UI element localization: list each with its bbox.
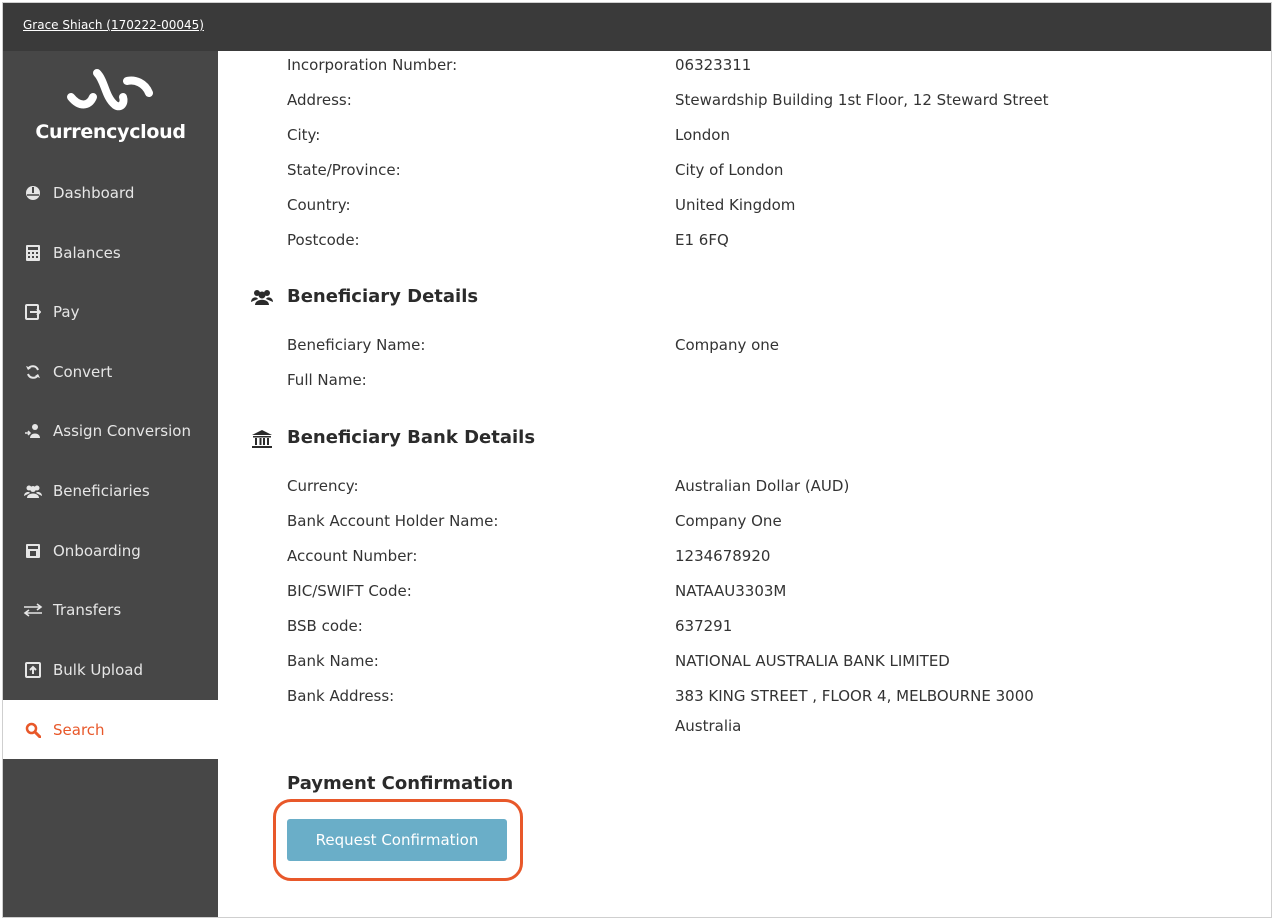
detail-label: BSB code: [287,617,363,635]
user-account-link[interactable]: Grace Shiach (170222-00045) [23,18,204,32]
sidebar-item-transfers[interactable]: Transfers [3,580,218,639]
upload-icon [23,660,43,680]
calculator-icon [23,243,43,263]
detail-value: Company one [675,336,780,354]
detail-value: Stewardship Building 1st Floor, 12 Stewa… [675,91,1049,109]
detail-label: Bank Address: [287,687,395,705]
payment-confirmation-heading: Payment Confirmation [287,773,514,794]
sidebar-item-label: Dashboard [53,183,135,202]
sidebar: Currencycloud Dashboard Balances Pay Con [3,51,218,917]
bank-details-heading: Beneficiary Bank Details [287,427,536,448]
sidebar-item-beneficiaries[interactable]: Beneficiaries [3,461,218,520]
detail-label: Bank Account Holder Name: [287,512,499,530]
detail-label: Bank Name: [287,652,379,670]
beneficiary-details-heading: Beneficiary Details [287,286,479,307]
top-bar: Grace Shiach (170222-00045) [3,3,1271,51]
detail-label: Account Number: [287,547,418,565]
detail-value: Australian Dollar (AUD) [675,477,850,495]
detail-value: Company One [675,512,782,530]
pay-icon [23,302,43,322]
sidebar-item-label: Search [53,720,105,739]
users-icon [23,481,43,501]
detail-value: 06323311 [675,56,752,74]
sidebar-item-dashboard[interactable]: Dashboard [3,163,218,222]
sidebar-item-label: Pay [53,302,80,321]
search-icon [23,720,43,740]
detail-value: 383 KING STREET , FLOOR 4, MELBOURNE 300… [675,687,1034,705]
sidebar-item-assign-conversion[interactable]: Assign Conversion [3,401,218,460]
detail-label: Beneficiary Name: [287,336,426,354]
sidebar-item-search[interactable]: Search [3,700,218,759]
detail-label: Full Name: [287,371,367,389]
sidebar-item-convert[interactable]: Convert [3,342,218,401]
users-icon [251,289,273,309]
refresh-icon [23,362,43,382]
detail-label: Country: [287,196,351,214]
detail-value: NATAAU3303M [675,582,787,600]
app-window: Grace Shiach (170222-00045) Currencyclou… [2,2,1272,918]
sidebar-item-label: Onboarding [53,541,141,560]
sidebar-item-label: Assign Conversion [53,421,191,440]
transfer-icon [23,600,43,620]
onboarding-icon [23,541,43,561]
sidebar-item-balances[interactable]: Balances [3,223,218,282]
sidebar-item-label: Bulk Upload [53,660,143,679]
detail-value: London [675,126,730,144]
detail-value: Australia [675,717,742,735]
sidebar-item-label: Transfers [53,600,122,619]
detail-value: E1 6FQ [675,231,729,249]
brand-logo[interactable]: Currencycloud [3,51,218,163]
detail-value: 1234678920 [675,547,771,565]
sidebar-item-bulk-upload[interactable]: Bulk Upload [3,640,218,699]
detail-label: Address: [287,91,352,109]
sidebar-item-label: Balances [53,243,121,262]
brand-name: Currencycloud [35,121,186,143]
assign-icon [23,421,43,441]
detail-label: BIC/SWIFT Code: [287,582,412,600]
sidebar-item-onboarding[interactable]: Onboarding [3,521,218,580]
detail-label: Incorporation Number: [287,56,458,74]
currencycloud-logo-icon [67,69,153,111]
detail-value: United Kingdom [675,196,796,214]
detail-value: 637291 [675,617,733,635]
detail-value: NATIONAL AUSTRALIA BANK LIMITED [675,652,950,670]
detail-label: City: [287,126,321,144]
detail-label: Postcode: [287,231,360,249]
sidebar-item-label: Beneficiaries [53,481,150,500]
detail-label: Currency: [287,477,359,495]
payment-details-panel: Incorporation Number: 06323311 Address: … [218,51,1271,917]
request-confirmation-button[interactable]: Request Confirmation [287,819,507,861]
sidebar-item-pay[interactable]: Pay [3,282,218,341]
detail-label: State/Province: [287,161,401,179]
bank-icon [251,429,273,453]
sidebar-item-label: Convert [53,362,113,381]
dashboard-icon [23,183,43,203]
detail-value: City of London [675,161,784,179]
